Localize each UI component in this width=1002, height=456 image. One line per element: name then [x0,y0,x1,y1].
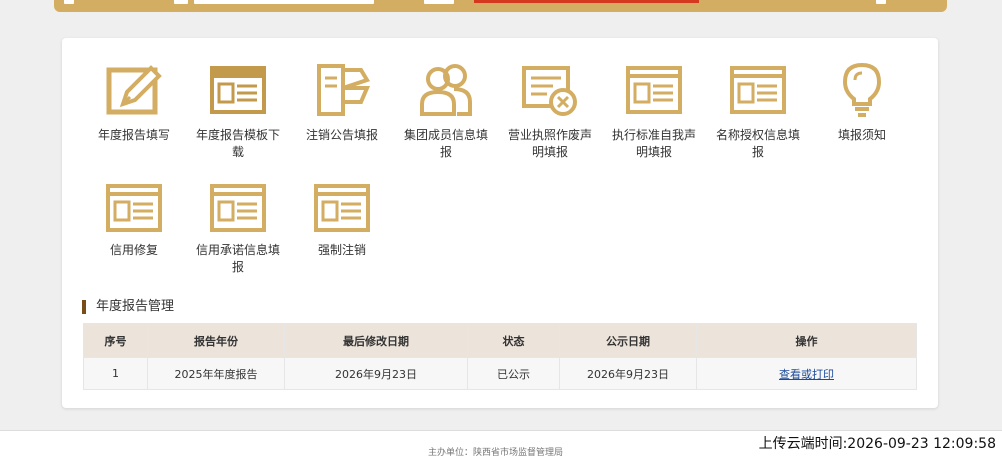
tile-group-members[interactable]: 集团成员信息填报 [394,62,498,161]
banner-fragment [64,0,74,4]
edit-form-icon [106,65,162,115]
license-void-icon [522,66,577,116]
tile-template-download[interactable]: 年度报告模板下载 [186,62,290,161]
tile-label: 名称授权信息填报 [715,128,800,159]
section-title: 年度报告管理 [82,300,174,314]
tile-label: 注销公告填报 [305,128,378,142]
banner-fragment [194,0,374,4]
tile-forced-cancel[interactable]: 强制注销 [290,183,394,259]
tile-cancel-notice[interactable]: 注销公告填报 [290,62,394,144]
tile-label: 填报须知 [837,128,886,142]
tile-label: 信用承诺信息填报 [195,243,280,274]
credit-commitment-icon [210,184,266,232]
forced-cancel-icon [314,184,370,232]
credit-repair-icon [106,184,162,232]
template-download-icon [210,66,266,114]
tile-name-authorization[interactable]: 名称授权信息填报 [706,62,810,161]
tile-credit-commitment[interactable]: 信用承诺信息填报 [186,183,290,276]
view-or-print-link[interactable]: 查看或打印 [779,368,834,381]
tile-license-void[interactable]: 营业执照作废声明填报 [498,62,602,161]
upload-timestamp: 上传云端时间:2026-09-23 12:09:58 [756,433,998,453]
tile-label: 年度报告模板下载 [195,128,280,159]
top-notice-banner [54,0,947,12]
column-header: 序号 [83,323,148,358]
cell-status: 已公示 [467,357,560,390]
banner-fragment [424,0,454,4]
tile-label: 年度报告填写 [97,128,170,142]
banner-fragment [174,0,188,4]
cell-report-year: 2025年年度报告 [147,357,285,390]
tile-label: 执行标准自我声明填报 [611,128,696,159]
column-header: 最后修改日期 [284,323,468,358]
tile-filing-notice[interactable]: 填报须知 [810,62,914,144]
column-header: 报告年份 [147,323,285,358]
cancel-notice-icon [317,64,371,116]
tile-label: 信用修复 [109,243,158,257]
standard-declaration-icon [626,66,682,114]
cell-published-date: 2026年9月23日 [559,357,697,390]
annual-report-table: 序号 报告年份 最后修改日期 状态 公示日期 操作 1 2025年年度报告 20… [83,323,917,390]
footer-organizer: 主办单位：陕西省市场监督管理局 [428,448,564,456]
tile-label: 营业执照作废声明填报 [507,128,592,159]
banner-fragment [876,0,886,4]
lightbulb-icon [842,62,882,117]
tile-standard-declaration[interactable]: 执行标准自我声明填报 [602,62,706,161]
column-header: 操作 [696,323,917,358]
name-authorization-icon [730,66,786,114]
cell-modified-date: 2026年9月23日 [284,357,468,390]
cell-index: 1 [83,357,148,390]
group-members-icon [420,64,472,116]
tile-label: 强制注销 [317,243,366,257]
main-card: 年度报告填写 年度报告模板下载 注销公告填报 集团成员信息填报 营业执照作废声明… [62,38,938,408]
tile-label: 集团成员信息填报 [403,128,488,159]
cell-action: 查看或打印 [696,357,917,390]
column-header: 状态 [467,323,560,358]
tile-credit-repair[interactable]: 信用修复 [82,183,186,259]
column-header: 公示日期 [559,323,697,358]
banner-fragment [474,0,699,3]
table-header-row: 序号 报告年份 最后修改日期 状态 公示日期 操作 [83,323,917,358]
tile-annual-report-fill[interactable]: 年度报告填写 [82,62,186,144]
table-row: 1 2025年年度报告 2026年9月23日 已公示 2026年9月23日 查看… [83,357,917,390]
